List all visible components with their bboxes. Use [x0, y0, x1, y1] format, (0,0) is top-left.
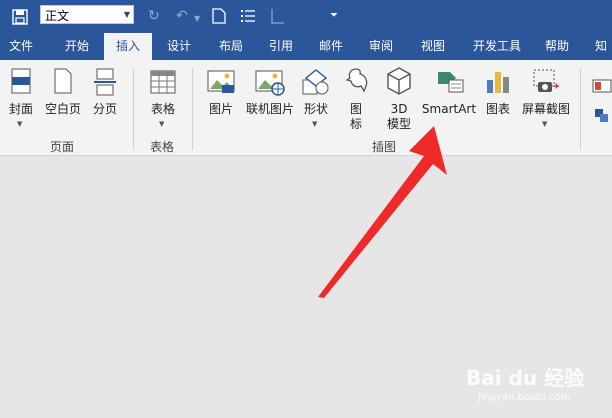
watermark-url: jingyan.baidu.com [478, 392, 571, 403]
watermark-logo: Bai du 经验 [466, 366, 585, 390]
annotation-arrow [318, 126, 447, 298]
watermark: Bai du 经验 jingyan.baidu.com [458, 362, 608, 412]
